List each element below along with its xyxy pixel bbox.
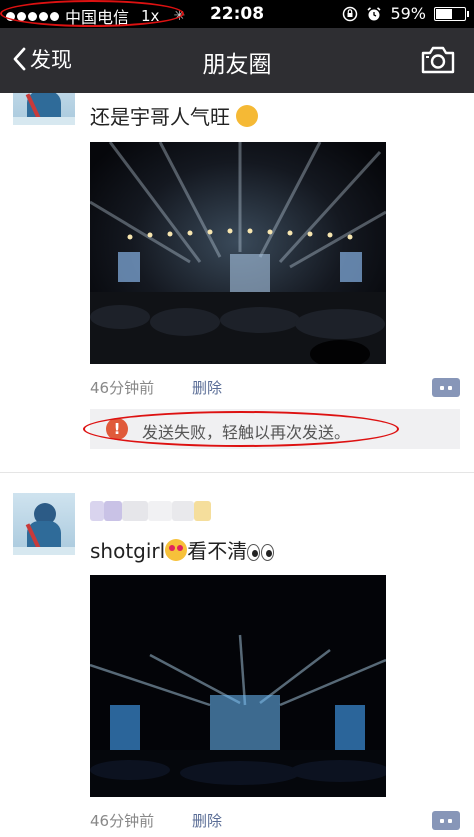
post-time: 46分钟前 <box>90 812 155 830</box>
eyes-emoji-icon <box>247 542 275 566</box>
post-photo[interactable] <box>90 142 386 364</box>
post-time: 46分钟前 <box>90 379 155 397</box>
battery-percent: 59% <box>390 4 426 23</box>
avatar[interactable] <box>13 493 75 555</box>
page-title: 朋友圈 <box>202 52 272 78</box>
delete-button[interactable]: 删除 <box>192 810 222 831</box>
battery-icon <box>434 6 469 21</box>
moments-feed[interactable]: 还是宇哥人气旺 46分钟前 删除 ! 发送失败，轻触以再次发送。 shotgir… <box>0 93 474 837</box>
camera-icon[interactable] <box>420 45 456 75</box>
alarm-icon <box>367 6 381 20</box>
post-text-prefix: shotgirl <box>90 539 166 563</box>
heart-eyes-emoji-icon <box>165 539 188 561</box>
post-text: 还是宇哥人气旺 <box>90 101 259 130</box>
delete-button[interactable]: 删除 <box>192 377 222 398</box>
comment-icon[interactable] <box>432 811 460 830</box>
post-photo[interactable] <box>90 575 386 797</box>
post-divider <box>0 472 474 473</box>
send-failed-text: 发送失败，轻触以再次发送。 <box>142 423 351 442</box>
rotation-lock-icon <box>343 6 358 21</box>
nav-bar: 发现 朋友圈 <box>0 28 474 93</box>
warning-icon: ! <box>106 418 128 440</box>
status-right: 59% <box>342 4 469 23</box>
blurred-username[interactable] <box>90 497 215 523</box>
post-text-suffix: 看不清 <box>187 539 248 563</box>
status-bar: 中国电信 1x ✳ 22:08 59% <box>0 0 474 28</box>
comment-icon[interactable] <box>432 378 460 397</box>
emoji-icon <box>236 105 259 127</box>
post-text: shotgirl 看不清 <box>90 535 275 566</box>
post-text-content: 还是宇哥人气旺 <box>90 105 230 129</box>
send-failed-notice[interactable]: ! 发送失败，轻触以再次发送。 <box>90 409 460 449</box>
avatar[interactable] <box>13 93 75 125</box>
